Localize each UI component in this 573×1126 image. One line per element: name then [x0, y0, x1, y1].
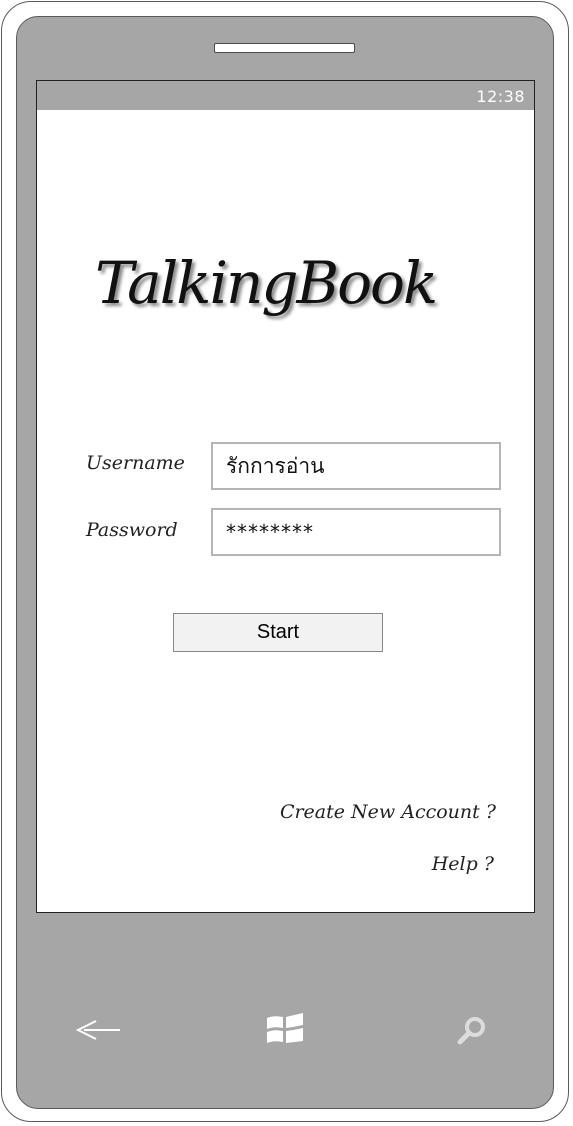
status-bar: 12:38 [37, 81, 534, 110]
create-account-link[interactable]: Create New Account ? [280, 801, 496, 823]
username-label: Username [86, 452, 185, 474]
phone-screen: 12:38 TalkingBook Username Password Star… [36, 80, 535, 913]
back-key[interactable] [72, 1004, 124, 1056]
windows-start-key[interactable] [259, 1004, 311, 1056]
help-link[interactable]: Help ? [432, 853, 494, 875]
app-title: TalkingBook [95, 249, 438, 317]
back-arrow-icon [75, 1020, 120, 1040]
phone-speaker [214, 43, 355, 53]
start-button[interactable]: Start [173, 613, 383, 652]
search-icon [457, 1017, 485, 1045]
password-label: Password [86, 519, 178, 541]
search-key[interactable] [446, 1004, 498, 1056]
username-field[interactable] [211, 442, 501, 490]
status-clock: 12:38 [476, 87, 525, 106]
windows-logo-icon [267, 1013, 303, 1043]
password-field[interactable] [211, 508, 501, 556]
